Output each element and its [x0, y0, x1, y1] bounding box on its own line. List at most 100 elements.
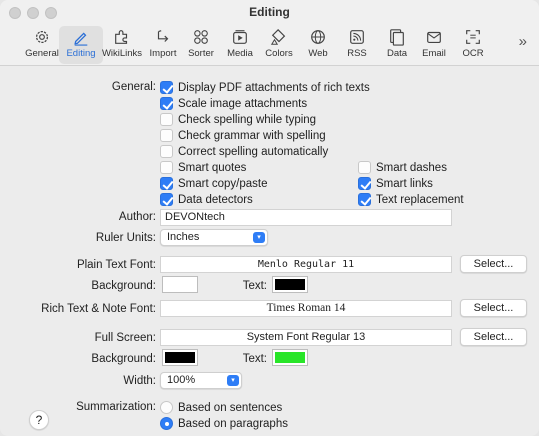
checkbox-indicator[interactable]: [160, 177, 173, 190]
checkbox-indicator[interactable]: [358, 177, 371, 190]
radio-indicator[interactable]: [160, 401, 173, 414]
author-label: Author:: [118, 211, 156, 223]
toolbar: Editing General Editing WikiLinks Import…: [0, 0, 539, 66]
checkbox-indicator[interactable]: [160, 81, 173, 94]
plain-text-font-label: Plain Text Font:: [76, 259, 156, 271]
tab-label: RSS: [347, 48, 367, 59]
radio-based-on-sentences[interactable]: Based on sentences: [160, 401, 282, 414]
checkbox-indicator[interactable]: [358, 161, 371, 174]
envelope-icon: [427, 31, 441, 43]
checkbox-indicator[interactable]: [160, 113, 173, 126]
checkbox-label: Smart copy/paste: [178, 177, 268, 190]
checkbox-smart-copy-paste[interactable]: Smart copy/paste: [160, 177, 267, 190]
import-icon: [157, 30, 169, 42]
tab-label: General: [25, 48, 59, 59]
chevron-up-down-icon: ▾: [253, 232, 265, 243]
checkbox-label: Scale image attachments: [178, 97, 308, 110]
full-text-color-well[interactable]: [272, 349, 308, 366]
tab-editing[interactable]: Editing: [59, 26, 103, 64]
ruler-units-value: Inches: [167, 231, 200, 243]
full-background-color-well[interactable]: [162, 349, 198, 366]
checkbox-label: Correct spelling automatically: [178, 145, 329, 158]
full-text-color-label: Text:: [242, 353, 267, 365]
width-label: Width:: [123, 375, 156, 387]
tab-sorter[interactable]: Sorter: [179, 26, 223, 64]
data-icon: [390, 29, 404, 46]
checkbox-indicator[interactable]: [160, 145, 173, 158]
checkbox-label: Text replacement: [376, 193, 464, 206]
tab-label: Sorter: [188, 48, 214, 59]
checkbox-smart-dashes[interactable]: Smart dashes: [358, 161, 447, 174]
checkbox-display-pdf[interactable]: Display PDF attachments of rich texts: [160, 81, 370, 94]
plain-background-color-well[interactable]: [162, 276, 198, 293]
checkbox-indicator[interactable]: [358, 193, 371, 206]
checkbox-smart-links[interactable]: Smart links: [358, 177, 433, 190]
radio-label: Based on sentences: [178, 401, 283, 414]
rich-text-font-select-button[interactable]: Select...: [460, 299, 527, 317]
tab-web[interactable]: Web: [296, 26, 340, 64]
checkbox-scale-images[interactable]: Scale image attachments: [160, 97, 307, 110]
general-label: General:: [111, 81, 156, 93]
checkbox-label: Smart quotes: [178, 161, 247, 174]
checkbox-label: Check grammar with spelling: [178, 129, 326, 142]
checkbox-data-detectors[interactable]: Data detectors: [160, 193, 253, 206]
tab-colors[interactable]: Colors: [257, 26, 301, 64]
full-screen-font-field: System Font Regular 13: [160, 329, 452, 346]
checkbox-smart-quotes[interactable]: Smart quotes: [160, 161, 246, 174]
preferences-window: Editing General Editing WikiLinks Import…: [0, 0, 539, 436]
puzzle-icon: [115, 30, 128, 44]
summarization-label: Summarization:: [76, 401, 156, 413]
color-swatch: [275, 279, 305, 290]
window-title: Editing: [249, 5, 290, 19]
tab-label: OCR: [462, 48, 484, 59]
tab-label: Colors: [265, 48, 293, 59]
checkbox-label: Check spelling while typing: [178, 113, 317, 126]
checkbox-label: Smart dashes: [376, 161, 447, 174]
checkbox-text-replacement[interactable]: Text replacement: [358, 193, 464, 206]
checkbox-check-grammar[interactable]: Check grammar with spelling: [160, 129, 326, 142]
tab-ocr[interactable]: OCR: [451, 26, 495, 64]
plain-text-color-well[interactable]: [272, 276, 308, 293]
full-screen-label: Full Screen:: [94, 332, 156, 344]
plain-text-font-select-button[interactable]: Select...: [460, 255, 527, 273]
plain-text-font-field: Menlo Regular 11: [160, 256, 452, 273]
width-value: 100%: [167, 374, 196, 386]
color-swatch: [165, 352, 195, 363]
radio-based-on-paragraphs[interactable]: Based on paragraphs: [160, 417, 288, 430]
checkbox-check-spelling[interactable]: Check spelling while typing: [160, 113, 316, 126]
plain-text-color-label: Text:: [242, 280, 267, 292]
tab-label: Editing: [66, 48, 96, 59]
help-button[interactable]: ?: [29, 410, 49, 430]
checkbox-indicator[interactable]: [160, 193, 173, 206]
tab-media[interactable]: Media: [218, 26, 262, 64]
checkbox-label: Smart links: [376, 177, 433, 190]
tab-email[interactable]: Email: [412, 26, 456, 64]
tab-rss[interactable]: RSS: [335, 26, 379, 64]
ruler-units-popup[interactable]: Inches ▾: [160, 229, 268, 246]
checkbox-indicator[interactable]: [160, 161, 173, 174]
color-swatch: [165, 279, 195, 290]
author-field[interactable]: DEVONtech: [160, 209, 452, 226]
checkbox-label: Data detectors: [178, 193, 253, 206]
tab-general[interactable]: General: [20, 26, 64, 64]
full-screen-font-select-button[interactable]: Select...: [460, 328, 527, 346]
rich-text-font-field: Times Roman 14: [160, 300, 452, 317]
sorter-icon: [194, 30, 208, 44]
tab-label: Email: [422, 48, 446, 59]
radio-indicator[interactable]: [160, 417, 173, 430]
width-popup[interactable]: 100% ▾: [160, 372, 242, 389]
tab-wikilinks[interactable]: WikiLinks: [100, 26, 144, 64]
paint-bucket-icon: [270, 28, 286, 45]
globe-icon: [311, 30, 325, 44]
toolbar-overflow-button[interactable]: »: [519, 33, 527, 50]
checkbox-label: Display PDF attachments of rich texts: [178, 81, 370, 94]
radio-label: Based on paragraphs: [178, 417, 288, 430]
checkbox-indicator[interactable]: [160, 97, 173, 110]
ruler-units-label: Ruler Units:: [95, 232, 156, 244]
rich-text-font-label: Rich Text & Note Font:: [41, 303, 156, 315]
ocr-icon: [466, 30, 480, 44]
chevron-up-down-icon: ▾: [227, 375, 239, 386]
media-icon: [233, 30, 247, 44]
checkbox-indicator[interactable]: [160, 129, 173, 142]
checkbox-correct-spelling[interactable]: Correct spelling automatically: [160, 145, 328, 158]
